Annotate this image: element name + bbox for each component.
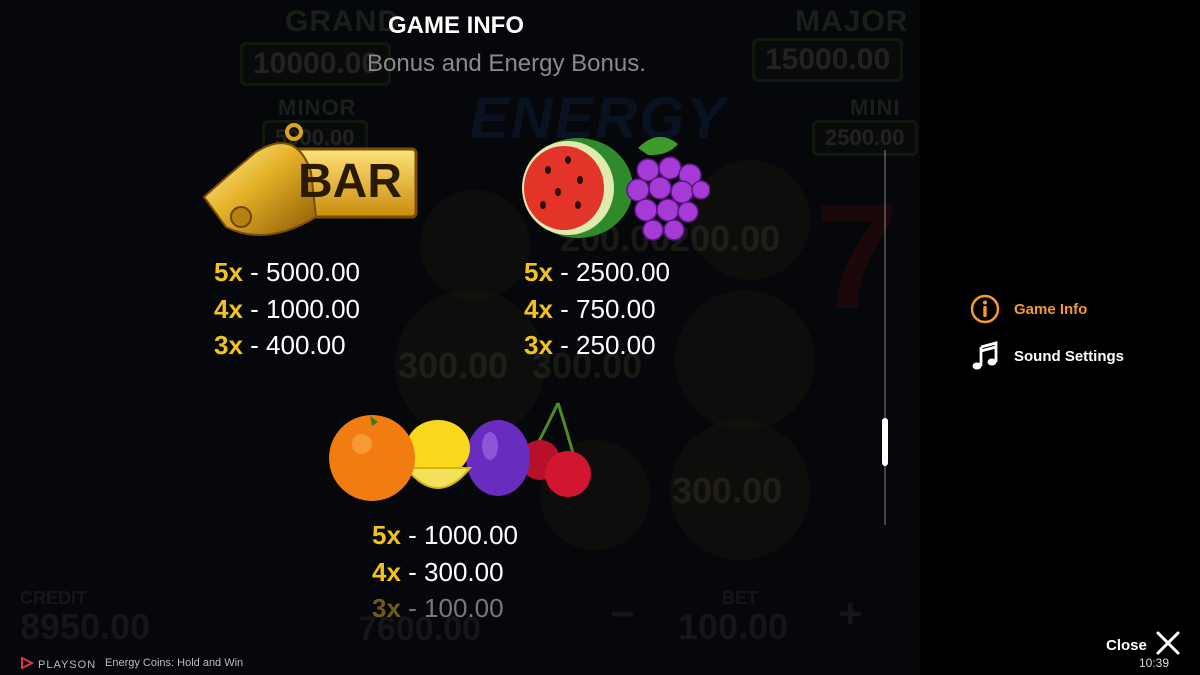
pay-value: - 1000.00 (408, 520, 519, 550)
pay-value: - 300.00 (408, 556, 504, 587)
pay-row: 5x - 5000.00 (214, 254, 360, 291)
pay-row: 4x - 1000.00 (214, 291, 360, 328)
menu-item-sound-settings[interactable]: Sound Settings (970, 341, 1124, 371)
bell-bar-symbol: BAR (196, 122, 421, 247)
pay-row: 4x - 750.00 (524, 291, 670, 328)
brand-logo: PLAYSON (20, 656, 97, 672)
game-name: Energy Coins: Hold and Win (105, 657, 244, 669)
pay-multiplier: 3x (214, 330, 243, 360)
pay-multiplier: 3x (372, 593, 401, 623)
brand-name: PLAYSON (38, 658, 97, 671)
pay-multiplier: 5x (372, 520, 401, 550)
pay-value: - 750.00 (560, 293, 656, 324)
menu-label-game-info: Game Info (1014, 300, 1088, 318)
pay-value: - 100.00 (408, 593, 504, 623)
pay-row: 5x - 2500.00 (524, 254, 670, 291)
page-subtitle: Bonus and Energy Bonus. (367, 50, 646, 77)
scrollbar-track[interactable] (884, 150, 886, 525)
watermelon-grapes-symbol (518, 130, 711, 245)
paytable-watermelon-grapes: 5x - 2500.00 4x - 750.00 3x - 250.00 (524, 254, 670, 364)
orange-lemon-plum-cherry-icon (329, 402, 591, 501)
close-label: Close (1106, 637, 1147, 654)
page-title: GAME INFO (388, 12, 524, 39)
pay-row: 4x - 300.00 (372, 554, 518, 591)
pay-multiplier: 4x (214, 293, 243, 324)
pay-value: - 2500.00 (560, 257, 671, 287)
pay-row: 5x - 1000.00 (372, 517, 518, 554)
pay-multiplier: 3x (524, 330, 553, 360)
pay-row: 3x - 100.00 (372, 590, 518, 627)
pay-value: - 400.00 (250, 330, 346, 360)
paytable-fruits: 5x - 1000.00 4x - 300.00 3x - 100.00 (372, 517, 518, 627)
menu-item-game-info[interactable]: Game Info (970, 294, 1087, 324)
pay-value: - 250.00 (560, 330, 656, 360)
watermelon-grapes-icon (522, 136, 711, 241)
menu-label-sound-settings: Sound Settings (1014, 347, 1124, 365)
pay-value: - 1000.00 (250, 293, 361, 324)
pay-multiplier: 5x (524, 257, 553, 287)
paytable-bell-bar: 5x - 5000.00 4x - 1000.00 3x - 400.00 (214, 254, 360, 364)
bar-label: BAR (298, 155, 402, 208)
pay-row: 3x - 250.00 (524, 327, 670, 364)
music-note-icon (970, 341, 1000, 371)
pay-value: - 5000.00 (250, 257, 361, 287)
pay-multiplier: 4x (524, 293, 553, 324)
info-icon (970, 294, 1000, 324)
playson-logo-icon (20, 656, 35, 672)
pay-row: 3x - 400.00 (214, 327, 360, 364)
pay-multiplier: 5x (214, 257, 243, 287)
scrollbar-thumb[interactable] (882, 418, 888, 466)
fruits-symbol (328, 398, 596, 506)
pay-multiplier: 4x (372, 556, 401, 587)
clock: 10:39 (1139, 656, 1170, 670)
